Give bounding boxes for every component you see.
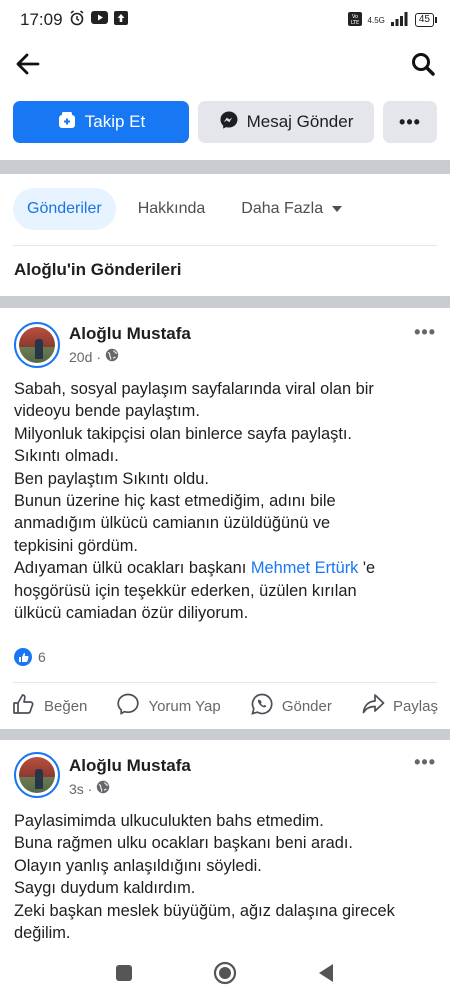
profile-actions: Takip Et Mesaj Gönder ••• [13, 101, 437, 143]
globe-icon [96, 780, 110, 797]
like-reaction-icon [14, 648, 32, 666]
like-button[interactable]: Beğen [12, 693, 87, 719]
tab-more[interactable]: Daha Fazla [227, 188, 357, 230]
post-time[interactable]: 20d [69, 349, 92, 365]
tab-more-label: Daha Fazla [241, 200, 324, 217]
whatsapp-icon [250, 692, 274, 720]
follow-button[interactable]: Takip Et [13, 101, 189, 143]
post-author[interactable]: Aloğlu Mustafa [69, 756, 191, 776]
signal-icon [390, 11, 409, 29]
send-label: Gönder [281, 697, 332, 715]
post-text: Sabah, sosyal paylaşım sayfalarında vira… [14, 378, 438, 624]
search-icon[interactable] [410, 51, 436, 82]
message-label: Mesaj Gönder [246, 112, 354, 131]
system-nav-bar [0, 950, 450, 1000]
post-card: Aloğlu Mustafa 20d · ••• Sabah, sosyal p… [0, 308, 450, 718]
tab-posts[interactable]: Gönderiler [13, 188, 116, 230]
post-line-text: Adıyaman ülkü ocakları başkanı [14, 559, 251, 578]
post-options-icon[interactable]: ••• [414, 752, 436, 773]
comment-icon [116, 692, 140, 720]
status-time: 17:09 [20, 10, 63, 29]
svg-text:LTE: LTE [350, 20, 358, 26]
follow-label: Takip Et [84, 112, 146, 131]
like-icon [12, 693, 36, 719]
mention-link[interactable]: Mehmet Ertürk [251, 559, 358, 577]
post-line: Saygı duydum kaldırdım. [14, 879, 196, 898]
caret-down-icon [331, 200, 343, 218]
tab-about[interactable]: Hakkında [124, 188, 220, 230]
battery-icon: 45 [414, 13, 438, 27]
divider-line [13, 245, 437, 246]
recents-icon[interactable] [115, 964, 133, 987]
like-label: Beğen [44, 697, 88, 715]
post-line: Paylasimimda ulkuculukten bahs etmedim. [14, 812, 324, 830]
post-text: Paylasimimda ulkuculukten bahs etmedim. … [14, 810, 438, 944]
post-options-icon[interactable]: ••• [414, 322, 436, 343]
reaction-count: 6 [38, 649, 46, 665]
back-icon[interactable] [317, 963, 335, 988]
share-button[interactable]: Paylaş [361, 693, 438, 719]
post-time[interactable]: 3s [69, 781, 84, 797]
network-label: 4.5G [367, 15, 385, 25]
post-line: Buna rağmen ulku ocakları başkanı beni a… [14, 834, 353, 853]
home-icon[interactable] [213, 961, 237, 990]
section-divider [0, 160, 450, 174]
post-line: anmadığım ülkücü camianın üzüldüğünü ve [14, 514, 331, 533]
post-line: hoşgörüsü için teşekkür ederken, üzülen … [14, 581, 357, 600]
alarm-icon [69, 9, 85, 31]
post-card: Aloğlu Mustafa 3s · ••• Paylasimimda ulk… [0, 740, 450, 950]
section-divider [0, 729, 450, 740]
post-line: Milyonluk takipçisi olan binlerce sayfa … [14, 424, 352, 443]
section-title: Aloğlu'in Gönderileri [14, 260, 182, 279]
comment-label: Yorum Yap [148, 697, 221, 715]
send-button[interactable]: Gönder [250, 692, 332, 720]
post-line: videoyu bende paylaştım. [14, 402, 200, 421]
messenger-icon [219, 110, 239, 135]
message-button[interactable]: Mesaj Gönder [198, 101, 374, 143]
post-line: Sabah, sosyal paylaşım sayfalarında vira… [14, 380, 374, 398]
status-bar: 17:09 Vo LTE 4.5G 45 [0, 0, 450, 40]
post-line: Zeki başkan meslek büyüğüm, ağız dalaşın… [14, 901, 395, 920]
follow-icon [57, 110, 77, 135]
profile-tabs: Gönderiler Hakkında Daha Fazla [13, 188, 357, 230]
post-line: değilim. [14, 924, 71, 943]
post-line: Ben paylaştım Sıkıntı oldu. [14, 469, 209, 488]
share-icon [361, 693, 385, 719]
more-options-button[interactable]: ••• [383, 101, 437, 143]
post-author[interactable]: Aloğlu Mustafa [69, 324, 191, 344]
post-line: tepkisini gördüm. [14, 536, 138, 555]
back-arrow-icon[interactable] [14, 50, 42, 83]
mention-suffix: 'e [358, 559, 376, 578]
post-line: ülkücü camiadan özür diliyorum. [14, 604, 249, 623]
globe-icon [105, 348, 119, 365]
post-meta: 3s · [69, 780, 110, 797]
top-bar [0, 40, 450, 92]
reaction-summary[interactable]: 6 [14, 648, 46, 666]
post-meta: 20d · [69, 348, 119, 365]
post-line: Sıkıntı olmadı. [14, 447, 119, 466]
avatar[interactable] [14, 322, 60, 368]
section-divider [0, 296, 450, 308]
volte-icon: Vo LTE [347, 11, 362, 29]
comment-button[interactable]: Yorum Yap [116, 692, 221, 720]
avatar[interactable] [14, 752, 60, 798]
share-label: Paylaş [392, 697, 438, 715]
post-action-bar: Beğen Yorum Yap Gönder Paylaş [12, 683, 438, 729]
upload-icon [113, 10, 128, 30]
post-line: Olayın yanlış anlaşıldığını söyledi. [14, 856, 262, 875]
youtube-icon [90, 11, 108, 29]
post-line: Adıyaman ülkü ocakları başkanı Mehmet Er… [14, 557, 438, 579]
post-line: Bunun üzerine hiç kast etmediğim, adını … [14, 492, 336, 511]
